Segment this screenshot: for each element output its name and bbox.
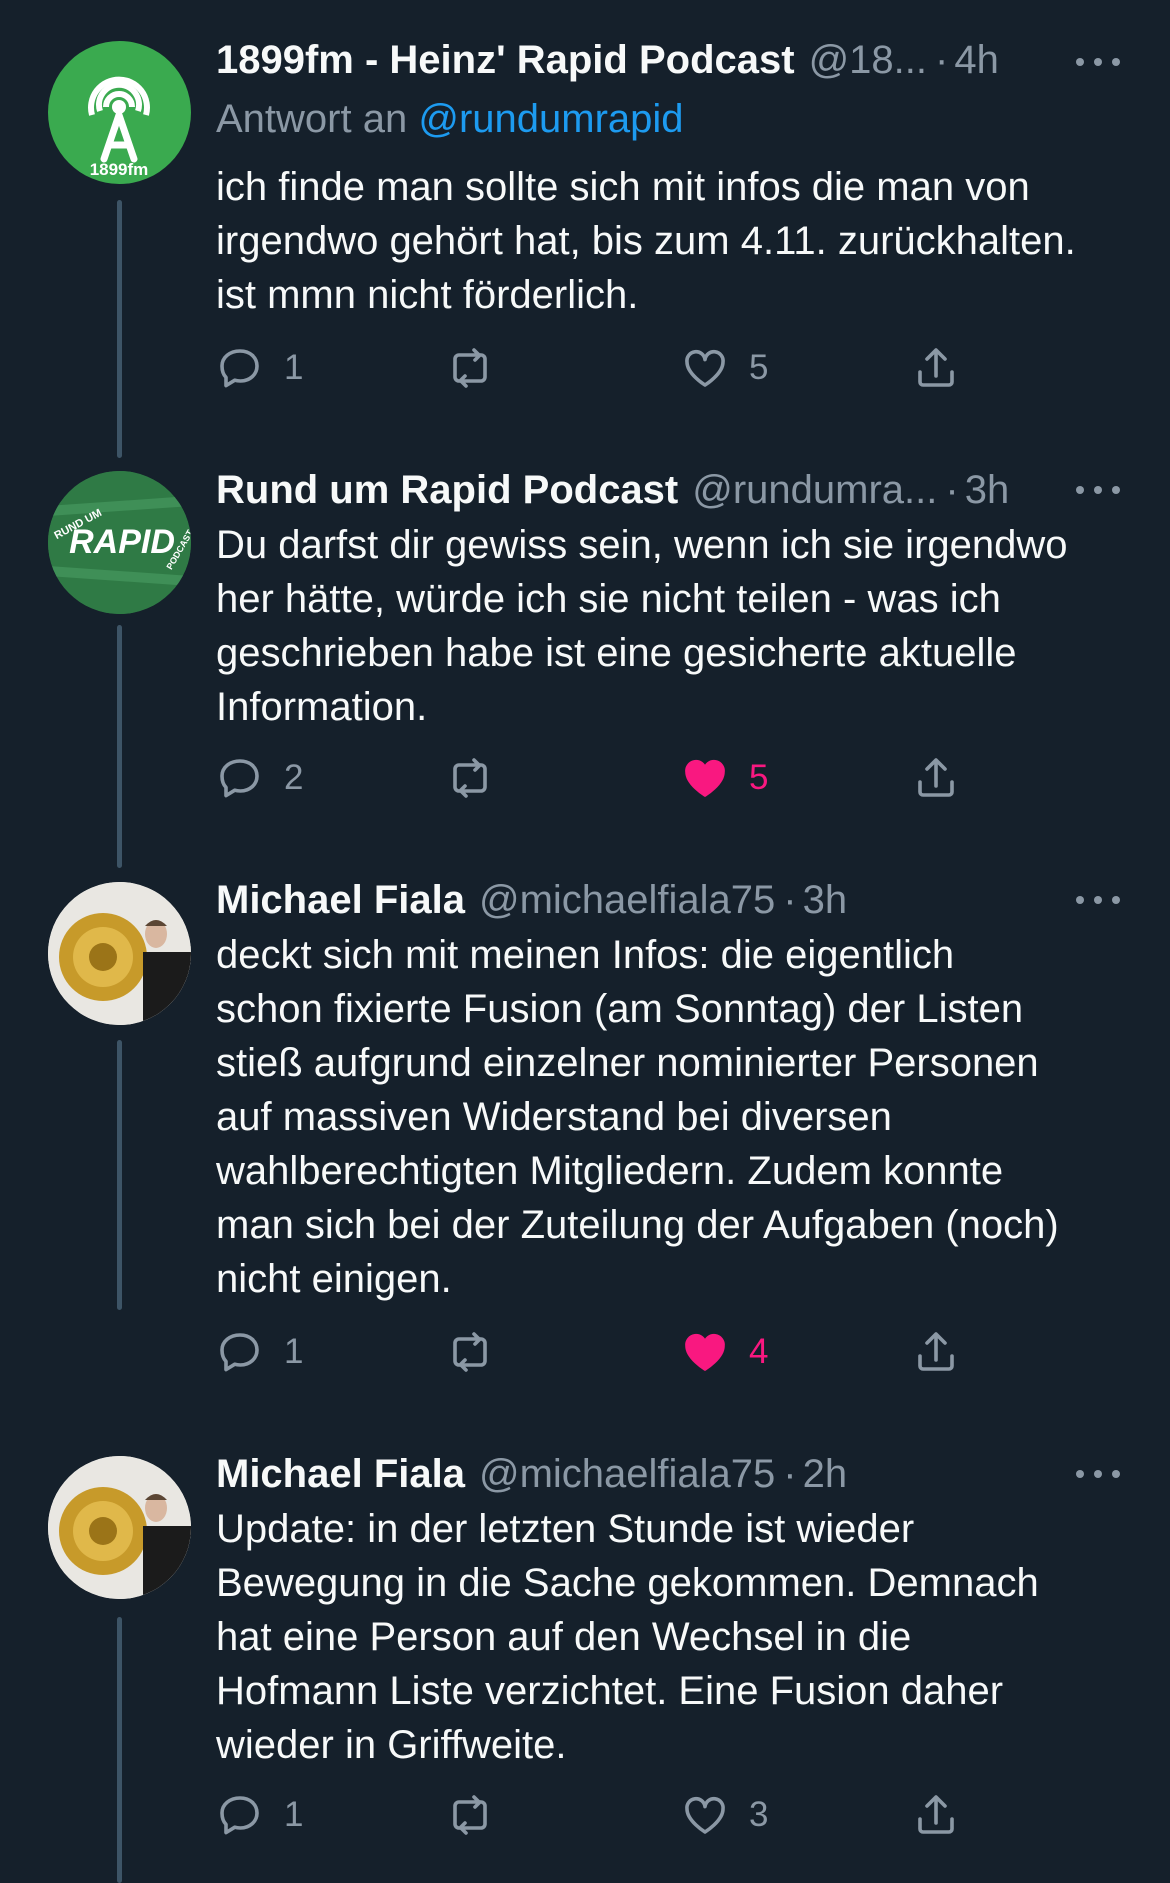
reply-count: 1 bbox=[284, 1332, 304, 1371]
like-count: 4 bbox=[749, 1332, 769, 1371]
author-name[interactable]: 1899fm - Heinz' Rapid Podcast bbox=[216, 38, 795, 83]
reply-count: 2 bbox=[284, 758, 304, 797]
separator-dot: · bbox=[945, 467, 959, 512]
separator-dot: · bbox=[783, 1451, 797, 1496]
thread-line bbox=[117, 625, 122, 868]
like-icon bbox=[685, 1796, 725, 1834]
reply-icon bbox=[220, 1796, 259, 1835]
share-icon bbox=[918, 1795, 954, 1834]
tweet-time[interactable]: 4h bbox=[954, 38, 999, 83]
reply-button[interactable]: 1 bbox=[216, 1324, 303, 1380]
reply-icon bbox=[220, 349, 259, 388]
tweet-actions: 1 4 bbox=[216, 1324, 1016, 1380]
like-button[interactable]: 4 bbox=[681, 1324, 768, 1380]
more-icon[interactable] bbox=[1076, 890, 1120, 910]
reply-icon bbox=[220, 1333, 259, 1372]
tweet-time[interactable]: 3h bbox=[803, 878, 848, 923]
svg-text:RAPID: RAPID bbox=[69, 523, 175, 561]
avatar-michaelfiala[interactable] bbox=[48, 1456, 191, 1599]
tweet-text: Du darfst dir gewiss sein, wenn ich sie … bbox=[216, 523, 1068, 729]
share-button[interactable] bbox=[912, 1787, 960, 1843]
tweet-header: Michael Fiala @michaelfiala75 · 2h bbox=[216, 1450, 1110, 1498]
reply-count: 1 bbox=[284, 348, 304, 387]
share-button[interactable] bbox=[912, 750, 960, 806]
reply-button[interactable]: 1 bbox=[216, 340, 303, 396]
reply-to-handle[interactable]: @rundumrapid bbox=[418, 97, 683, 141]
tweet-actions: 1 5 bbox=[216, 340, 1016, 396]
like-icon bbox=[685, 759, 725, 797]
tweet-time[interactable]: 3h bbox=[965, 468, 1010, 513]
retweet-icon bbox=[453, 1795, 487, 1835]
tweet-header: Michael Fiala @michaelfiala75 · 3h bbox=[216, 876, 1110, 924]
author-handle[interactable]: @18... bbox=[809, 38, 927, 83]
retweet-icon bbox=[453, 1332, 487, 1372]
reply-icon bbox=[220, 759, 259, 798]
like-button[interactable]: 5 bbox=[681, 340, 768, 396]
profile-photo bbox=[48, 882, 191, 1025]
tweet-text: ich finde man sollte sich mit infos die … bbox=[216, 165, 1076, 317]
more-icon[interactable] bbox=[1076, 1464, 1120, 1484]
like-button[interactable]: 5 bbox=[681, 750, 768, 806]
like-count: 3 bbox=[749, 1795, 769, 1834]
separator-dot: · bbox=[783, 877, 797, 922]
svg-text:1899fm: 1899fm bbox=[90, 160, 149, 179]
retweet-icon bbox=[453, 348, 487, 388]
author-handle[interactable]: @rundumra... bbox=[692, 468, 937, 513]
tweet-actions: 1 3 bbox=[216, 1787, 1016, 1843]
author-name[interactable]: Rund um Rapid Podcast bbox=[216, 468, 678, 513]
reply-to: Antwort an @rundumrapid bbox=[216, 97, 684, 142]
tweet-text: Update: in der letzten Stunde ist wieder… bbox=[216, 1507, 1039, 1767]
tweet-3[interactable]: Michael Fiala @michaelfiala75 · 3h deckt… bbox=[0, 870, 1170, 1442]
avatar-rundumrapid[interactable]: RUND UM RAPID PODCAST bbox=[48, 471, 191, 614]
profile-photo bbox=[48, 1456, 191, 1599]
share-icon bbox=[918, 1332, 954, 1371]
like-count: 5 bbox=[749, 758, 769, 797]
tweet-2[interactable]: RUND UM RAPID PODCAST Rund um Rapid Podc… bbox=[0, 460, 1170, 870]
thread-line bbox=[117, 1040, 122, 1310]
tweet-4[interactable]: Michael Fiala @michaelfiala75 · 2h Updat… bbox=[0, 1442, 1170, 1883]
author-name[interactable]: Michael Fiala bbox=[216, 878, 465, 923]
tweet-text: deckt sich mit meinen Infos: die eigentl… bbox=[216, 933, 1059, 1301]
thread-line bbox=[117, 1617, 122, 1883]
tweet-actions: 2 5 bbox=[216, 750, 1016, 806]
radio-tower-icon: 1899fm bbox=[88, 76, 150, 179]
rapid-logo-icon: RUND UM RAPID PODCAST bbox=[48, 471, 191, 614]
share-button[interactable] bbox=[912, 1324, 960, 1380]
reply-button[interactable]: 2 bbox=[216, 750, 303, 806]
reply-button[interactable]: 1 bbox=[216, 1787, 303, 1843]
author-handle[interactable]: @michaelfiala75 bbox=[479, 1452, 775, 1497]
share-icon bbox=[918, 348, 954, 387]
reply-to-label: Antwort an bbox=[216, 97, 408, 141]
retweet-button[interactable] bbox=[446, 1787, 514, 1843]
author-name[interactable]: Michael Fiala bbox=[216, 1452, 465, 1497]
avatar-1899fm[interactable]: 1899fm bbox=[48, 41, 191, 184]
more-icon[interactable] bbox=[1076, 480, 1120, 500]
reply-count: 1 bbox=[284, 1795, 304, 1834]
more-icon[interactable] bbox=[1076, 52, 1120, 72]
like-count: 5 bbox=[749, 348, 769, 387]
avatar-michaelfiala[interactable] bbox=[48, 882, 191, 1025]
share-icon bbox=[918, 758, 954, 797]
tweet-1[interactable]: 1899fm 1899fm - Heinz' Rapid Podcast @18… bbox=[0, 0, 1170, 460]
share-button[interactable] bbox=[912, 340, 960, 396]
tweet-header: 1899fm - Heinz' Rapid Podcast @18... · 4… bbox=[216, 36, 1110, 84]
thread-line bbox=[117, 200, 122, 458]
like-icon bbox=[685, 1333, 725, 1371]
retweet-icon bbox=[453, 758, 487, 798]
retweet-button[interactable] bbox=[446, 1324, 514, 1380]
separator-dot: · bbox=[935, 37, 949, 82]
author-handle[interactable]: @michaelfiala75 bbox=[479, 878, 775, 923]
tweet-header: Rund um Rapid Podcast @rundumra... · 3h bbox=[216, 466, 1110, 514]
retweet-button[interactable] bbox=[446, 340, 514, 396]
retweet-button[interactable] bbox=[446, 750, 514, 806]
like-icon bbox=[685, 349, 725, 387]
tweet-time[interactable]: 2h bbox=[803, 1452, 848, 1497]
like-button[interactable]: 3 bbox=[681, 1787, 768, 1843]
